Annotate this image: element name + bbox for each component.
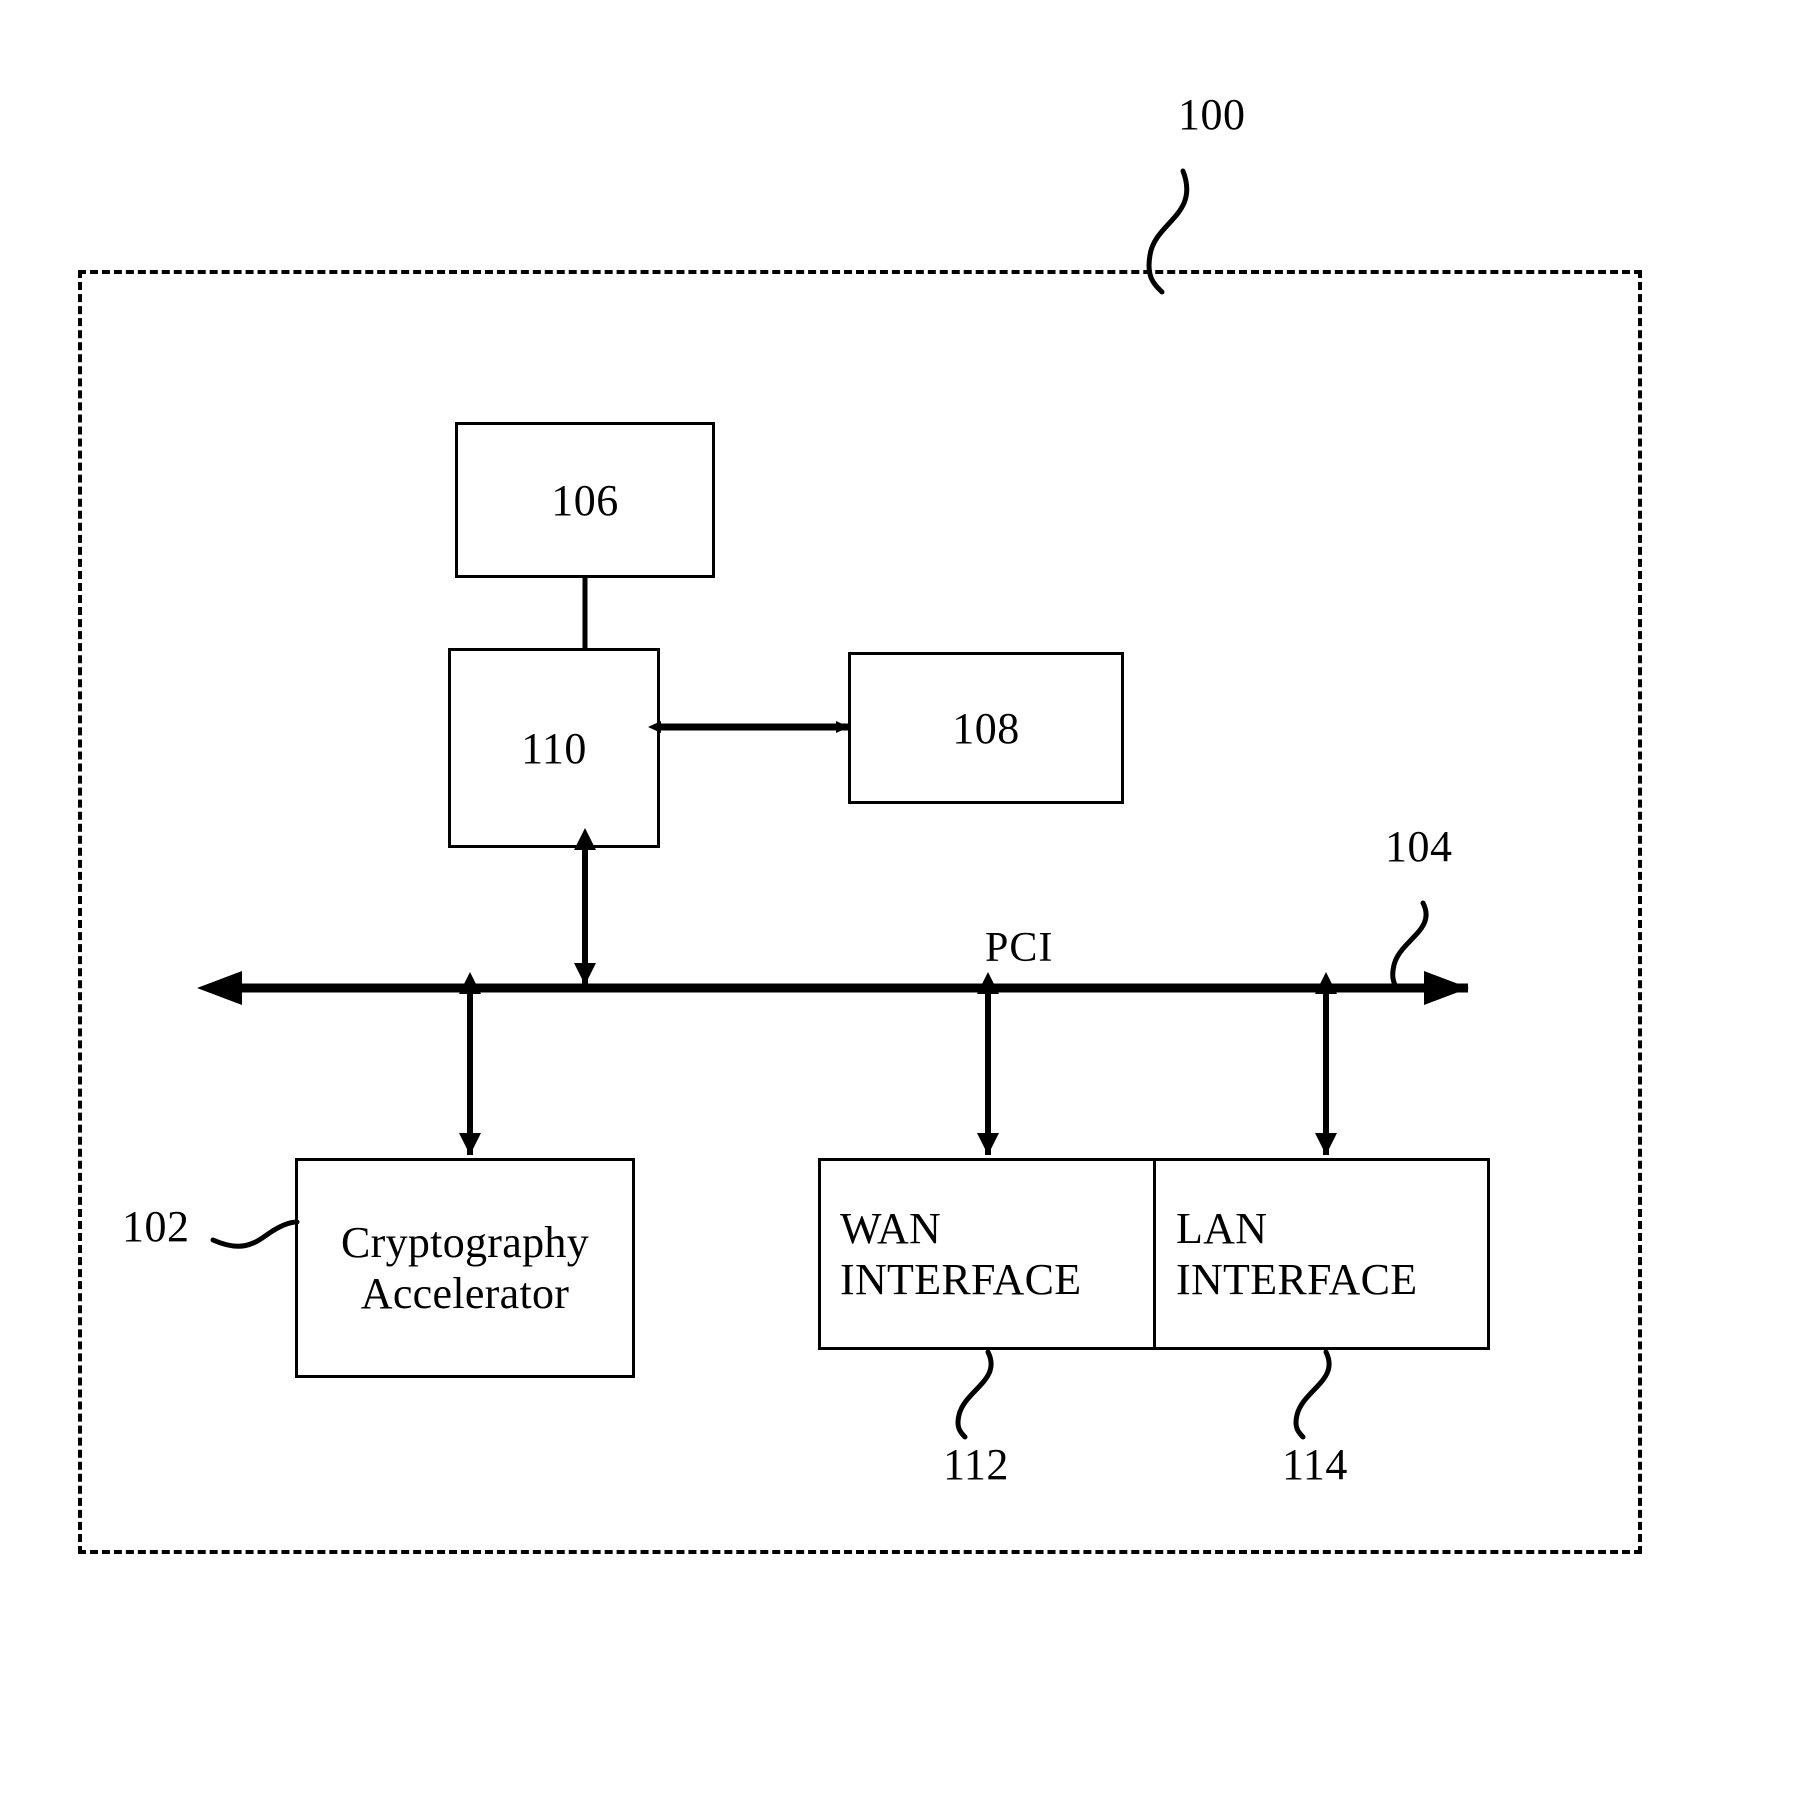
block-106-label: 106 (551, 475, 619, 525)
block-110-label: 110 (521, 723, 587, 773)
reference-numeral-104: 104 (1385, 822, 1453, 871)
reference-numeral-112: 112 (943, 1440, 1009, 1489)
patent-figure: 106 110 108 Cryptography Accelerator WAN… (0, 0, 1806, 1801)
reference-numeral-100: 100 (1178, 90, 1246, 139)
cryptography-accelerator-line1: Cryptography (340, 1218, 589, 1267)
lan-interface-line2: INTERFACE (1176, 1255, 1418, 1304)
block-106-label-wrap: 106 (455, 422, 715, 578)
block-wan-interface-text: WAN INTERFACE (840, 1158, 1160, 1350)
block-cryptography-accelerator-text: Cryptography Accelerator (295, 1158, 635, 1378)
block-110-label-wrap: 110 (448, 648, 660, 848)
wan-interface-line2: INTERFACE (840, 1255, 1082, 1304)
block-108-label: 108 (952, 703, 1020, 753)
reference-numeral-114: 114 (1282, 1440, 1348, 1489)
pci-bus-label: PCI (985, 925, 1054, 971)
reference-numeral-102: 102 (122, 1202, 190, 1251)
block-lan-interface-text: LAN INTERFACE (1176, 1158, 1496, 1350)
lan-interface-line1: LAN (1176, 1204, 1268, 1253)
block-108-label-wrap: 108 (848, 652, 1124, 804)
cryptography-accelerator-line2: Accelerator (360, 1269, 570, 1318)
wan-interface-line1: WAN (840, 1204, 942, 1253)
